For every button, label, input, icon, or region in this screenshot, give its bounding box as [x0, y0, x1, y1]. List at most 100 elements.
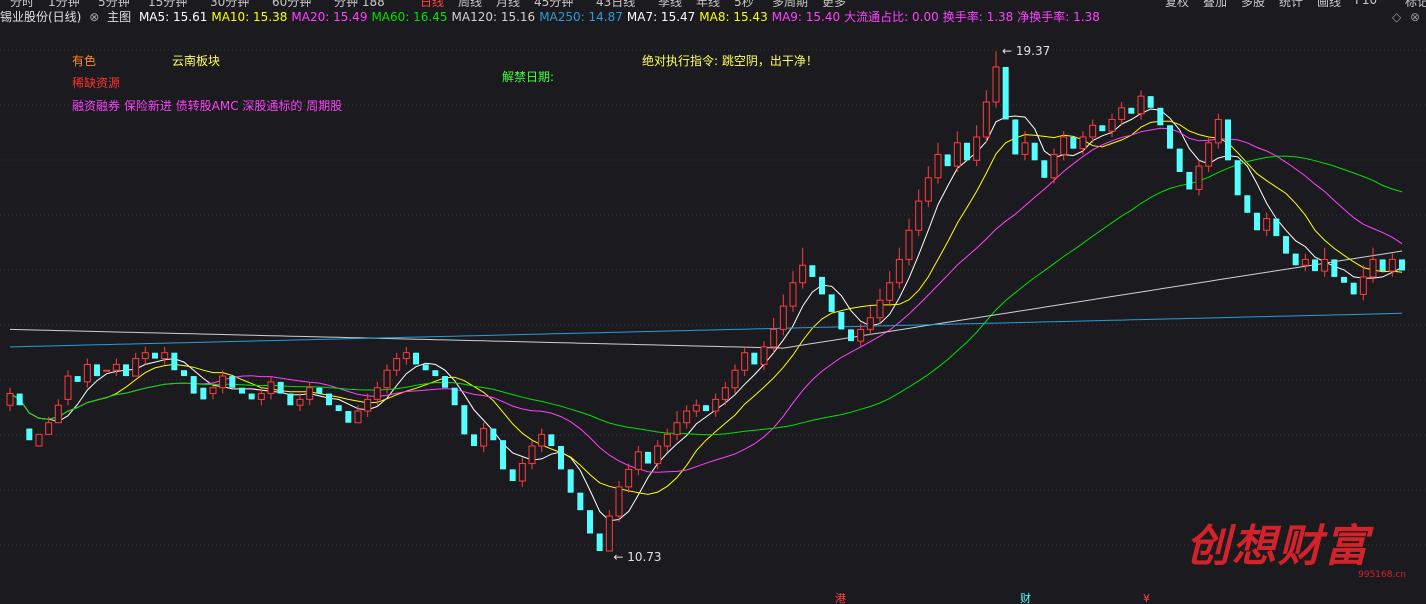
period-tab-5[interactable]: 60分钟 [272, 0, 311, 7]
period-tab-8[interactable]: 周线 [458, 0, 482, 7]
right-tool-3[interactable]: 统计 [1279, 0, 1303, 7]
candle-body [1099, 125, 1106, 132]
candle-body [779, 305, 787, 330]
candle-body [1195, 165, 1203, 190]
right-tool-5[interactable]: F10 [1355, 0, 1377, 7]
candle-body [1041, 160, 1048, 178]
period-tab-14[interactable]: 5秒 [734, 0, 754, 7]
candle-body [721, 387, 729, 400]
right-tool-1[interactable]: 叠加 [1203, 0, 1227, 7]
period-tab-13[interactable]: 年线 [696, 0, 720, 7]
candle-body [587, 510, 593, 534]
candle-body [596, 533, 603, 552]
candle-body [992, 66, 1000, 103]
period-tab-7[interactable]: 日线 [420, 0, 444, 7]
bottom-marker-1: 财 [1020, 591, 1031, 604]
indicator-6: MA7: 15.47 [626, 10, 696, 24]
period-tab-10[interactable]: 45分钟 [534, 0, 573, 7]
period-tab-3[interactable]: 15分钟 [148, 0, 187, 7]
period-tab-16[interactable]: 更多 [822, 0, 846, 7]
candle-body [277, 381, 284, 394]
candle-body [364, 398, 372, 412]
right-tool-2[interactable]: 多股 [1241, 0, 1265, 7]
collapse-icon[interactable]: ⊗ [89, 10, 99, 24]
candle-body [645, 451, 651, 464]
candle-body [973, 136, 981, 161]
candle-body [1283, 236, 1289, 254]
candle-body [16, 393, 23, 406]
candle-body [605, 515, 613, 552]
candle-body [1379, 259, 1386, 272]
indicator-10: 换手率: 1.38 [942, 10, 1014, 24]
period-tab-6[interactable]: 分钟 188 [334, 0, 385, 7]
candle-body [1031, 142, 1038, 161]
candle-body [953, 142, 961, 167]
candle-body [490, 428, 497, 441]
candle-body [112, 363, 120, 371]
candle-body [287, 393, 294, 406]
candle-body [964, 142, 970, 161]
candle-body [94, 364, 100, 377]
candle-body [373, 387, 381, 400]
candle-body [731, 369, 739, 389]
candle-body [1002, 66, 1009, 120]
right-tool-6[interactable]: 标记 [1405, 0, 1426, 7]
period-tab-15[interactable]: 多周期 [772, 0, 808, 7]
candle-body [413, 352, 419, 365]
candle-body [1341, 276, 1347, 283]
candle-body [432, 370, 439, 377]
candle-body [760, 346, 768, 365]
right-tool-4[interactable]: 画线 [1317, 0, 1341, 7]
candle-body [1108, 118, 1116, 132]
candle-body [141, 352, 149, 360]
low-price-label: ← 10.73 [613, 550, 661, 564]
period-tab-2[interactable]: 5分钟 [98, 0, 130, 7]
candle-body [548, 434, 555, 447]
candle-body [1234, 160, 1241, 196]
candle-body [190, 376, 197, 394]
indicator-legend: 锡业股份(日线) ⊗ 主图 MA5: 15.61 MA10: 15.38 MA20:… [0, 8, 1426, 26]
candle-body [326, 393, 332, 406]
right-tool-0[interactable]: 复权 [1165, 0, 1189, 7]
candle-body [335, 405, 342, 412]
period-toolbar-partial[interactable]: 分时 1分钟 5分钟 15分钟 30分钟 60分钟 分钟 188 日线 周线 月线 45分钟 43日线… [0, 0, 1426, 7]
candle-body [35, 433, 43, 447]
candle-body [1128, 107, 1135, 114]
candle-body [442, 376, 448, 388]
ma-line-ma20 [9, 127, 1403, 473]
candle-body [402, 352, 410, 360]
candle-body [663, 433, 671, 447]
period-tab-9[interactable]: 月线 [496, 0, 520, 7]
period-tab-4[interactable]: 30分钟 [210, 0, 249, 7]
close-icon[interactable]: ⊗ [1410, 10, 1420, 24]
candle-body [74, 376, 81, 382]
period-tab-12[interactable]: 季线 [658, 0, 682, 7]
candle-body [1388, 258, 1396, 272]
expand-icon[interactable]: ◇ [1392, 10, 1401, 24]
candle-body [673, 422, 681, 435]
candle-body [161, 352, 169, 360]
candle-body [171, 352, 178, 371]
period-tab-0[interactable]: 分时 [10, 0, 34, 7]
candle-body [1244, 195, 1251, 213]
watermark-url: 995168.cn [1358, 570, 1406, 580]
candle-body [1137, 95, 1145, 115]
candle-body [1157, 107, 1164, 126]
candle-body [257, 393, 265, 400]
candle-body [1060, 136, 1068, 155]
candle-body [200, 387, 207, 400]
candle-body [770, 328, 778, 348]
candle-body [103, 369, 111, 372]
candle-body [354, 410, 362, 424]
candle-body [895, 258, 903, 284]
candle-body [306, 387, 314, 400]
period-tab-11[interactable]: 43日线 [596, 0, 635, 7]
ma-line-ma60 [9, 155, 1403, 436]
candle-body [267, 381, 275, 395]
candle-body [54, 404, 62, 424]
period-tab-1[interactable]: 1分钟 [48, 0, 80, 7]
candle-body [934, 153, 942, 179]
candle-body [1225, 119, 1231, 161]
candle-body [345, 411, 352, 423]
main-label[interactable]: 主图 [107, 10, 131, 24]
